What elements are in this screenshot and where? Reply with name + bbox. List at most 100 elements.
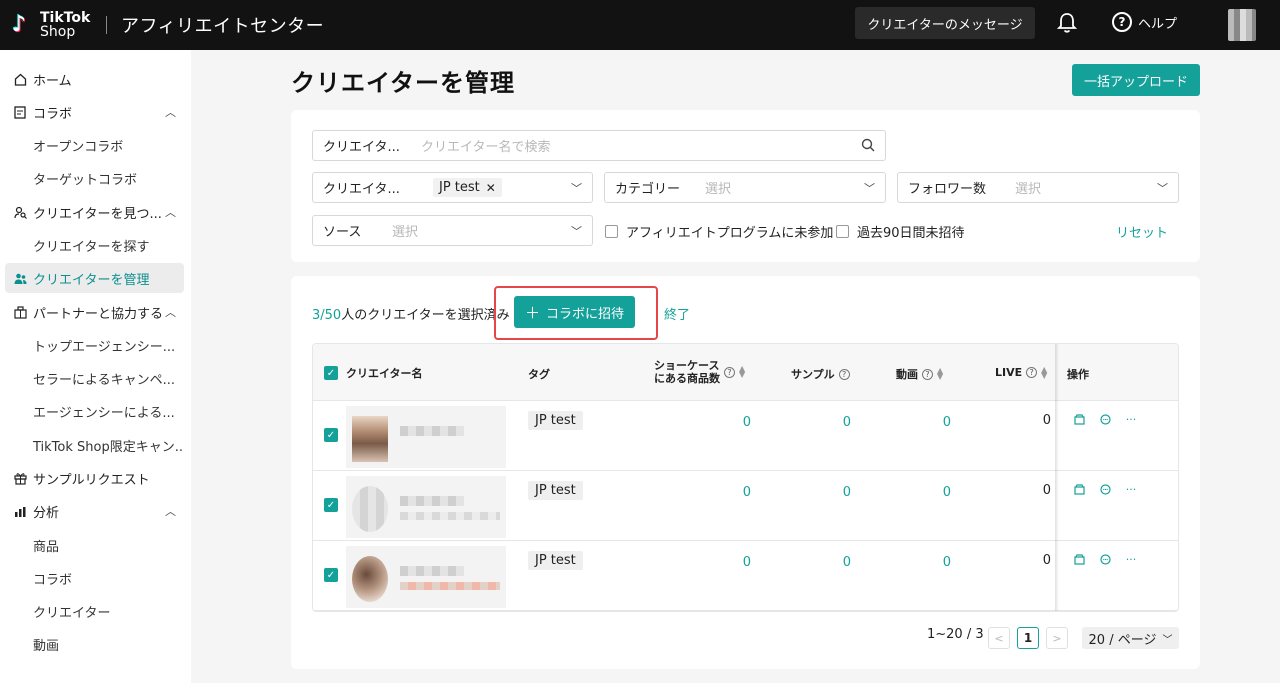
page-size-select[interactable]: 20 / ページ ﹀: [1082, 627, 1179, 649]
tiktok-shop-logo[interactable]: ♪ ♪ ♪ TikTok Shop: [11, 11, 96, 39]
not-invited-label: 過去90日間未招待: [857, 226, 965, 241]
checkbox[interactable]: [605, 225, 618, 238]
sidebar-item-open-collab[interactable]: オープンコラボ: [5, 130, 184, 160]
table-row[interactable]: ✓ JP test 0 0 0 0 ···: [313, 541, 1178, 611]
chevron-up-icon[interactable]: ︿: [165, 104, 176, 120]
sample-box-icon[interactable]: [1073, 553, 1085, 565]
sample-count[interactable]: 0: [813, 485, 851, 500]
sidebar-item-top-agency[interactable]: トップエージェンシー...: [5, 330, 184, 360]
sort-icon[interactable]: ▲ ▼: [1041, 365, 1047, 379]
select-all-checkbox[interactable]: ✓: [324, 366, 338, 380]
header-video[interactable]: 動画 ? ▲ ▼: [896, 366, 943, 382]
sidebar-item-sample-request[interactable]: サンプルリクエスト: [5, 463, 184, 493]
creator-search-field[interactable]: クリエイタ... クリエイター名で検索: [312, 130, 886, 161]
info-icon[interactable]: ?: [838, 368, 850, 380]
showcase-count[interactable]: 0: [713, 485, 751, 500]
question-icon: ?: [1112, 12, 1132, 32]
category-select[interactable]: カテゴリー 選択 ﹀: [604, 172, 886, 203]
sidebar-item-collab[interactable]: コラボ ︿: [5, 97, 184, 127]
chevron-down-icon[interactable]: ﹀: [864, 180, 875, 196]
sidebar-item-analytics[interactable]: 分析 ︿: [5, 496, 184, 526]
video-count[interactable]: 0: [913, 485, 951, 500]
sidebar-item-manage-creators[interactable]: クリエイターを管理: [5, 263, 184, 293]
showcase-count[interactable]: 0: [713, 415, 751, 430]
followers-select[interactable]: フォロワー数 選択 ﹀: [897, 172, 1179, 203]
more-icon[interactable]: ···: [1125, 483, 1137, 496]
header-showcase-line2: にある商品数: [654, 372, 720, 385]
chevron-up-icon[interactable]: ︿: [165, 503, 176, 519]
sample-count[interactable]: 0: [813, 555, 851, 570]
avatar[interactable]: [1228, 9, 1256, 41]
sidebar-item-search-creators[interactable]: クリエイターを探す: [5, 230, 184, 260]
close-icon[interactable]: ✕: [486, 181, 496, 195]
info-icon[interactable]: ?: [922, 368, 933, 380]
table-row[interactable]: ✓ JP test 0 0 0 0 ···: [313, 471, 1178, 541]
chevron-down-icon[interactable]: ﹀: [1157, 180, 1168, 196]
chevron-down-icon[interactable]: ﹀: [571, 223, 582, 239]
chevron-down-icon[interactable]: ﹀: [571, 180, 582, 196]
header-tag: タグ: [528, 368, 550, 381]
sample-box-icon[interactable]: [1073, 483, 1085, 495]
sidebar-item-seller-campaign[interactable]: セラーによるキャンペ...: [5, 363, 184, 393]
sort-icon[interactable]: ▲ ▼: [937, 367, 943, 381]
sample-count[interactable]: 0: [813, 415, 851, 430]
selection-count-number: 3/50: [312, 308, 342, 323]
creator-info-redacted[interactable]: [346, 406, 506, 468]
message-icon[interactable]: [1099, 553, 1111, 565]
sidebar-item-agency-campaign[interactable]: エージェンシーによる...: [5, 396, 184, 426]
not-in-program-checkbox[interactable]: アフィリエイトプログラムに未参加: [605, 222, 833, 241]
source-select[interactable]: ソース 選択 ﹀: [312, 215, 593, 246]
creator-search-input[interactable]: クリエイター名で検索: [421, 136, 550, 155]
help-button[interactable]: ? ヘルプ: [1112, 12, 1177, 32]
chevron-right-icon[interactable]: >: [1046, 627, 1068, 649]
video-count[interactable]: 0: [913, 555, 951, 570]
more-icon[interactable]: ···: [1125, 553, 1137, 566]
sidebar-item-find-creators[interactable]: クリエイターを見つ... ︿: [5, 197, 184, 227]
help-label: ヘルプ: [1138, 16, 1178, 32]
table-row[interactable]: ✓ JP test 0 0 0 0 ···: [313, 401, 1178, 471]
person-search-icon: [13, 205, 27, 219]
sort-icon[interactable]: ▲ ▼: [739, 365, 745, 379]
bell-icon[interactable]: [1056, 12, 1078, 34]
page-title: クリエイターを管理: [291, 69, 516, 97]
search-icon[interactable]: [861, 138, 875, 156]
sidebar-item-analytics-products[interactable]: 商品: [5, 530, 184, 560]
sidebar-item-analytics-videos[interactable]: 動画: [5, 629, 184, 659]
bulk-upload-button[interactable]: 一括アップロード: [1072, 64, 1200, 96]
live-count: 0: [1042, 483, 1051, 498]
info-icon[interactable]: ?: [1026, 367, 1038, 378]
creator-tag-select[interactable]: クリエイタ... JP test ✕ ﹀: [312, 172, 593, 203]
sidebar-label-collab: コラボ: [33, 106, 73, 122]
more-icon[interactable]: ···: [1125, 413, 1137, 426]
not-invited-checkbox[interactable]: 過去90日間未招待: [836, 222, 965, 241]
pagination-current-page[interactable]: 1: [1017, 627, 1039, 649]
header-live-label: LIVE: [995, 366, 1023, 379]
creator-messages-button[interactable]: クリエイターのメッセージ: [855, 7, 1035, 39]
sidebar-item-home[interactable]: ホーム: [5, 64, 184, 94]
sidebar-item-tiktok-shop-campaign[interactable]: TikTok Shop限定キャン...: [5, 430, 184, 460]
sidebar-item-analytics-collab[interactable]: コラボ: [5, 563, 184, 593]
sidebar-item-target-collab[interactable]: ターゲットコラボ: [5, 163, 184, 193]
chevron-up-icon[interactable]: ︿: [165, 304, 176, 320]
sample-box-icon[interactable]: [1073, 413, 1085, 425]
header-live[interactable]: LIVE ? ▲ ▼: [995, 365, 1047, 379]
video-count[interactable]: 0: [913, 415, 951, 430]
message-icon[interactable]: [1099, 413, 1111, 425]
sidebar-item-partner[interactable]: パートナーと協力する ︿: [5, 297, 184, 327]
row-checkbox[interactable]: ✓: [324, 568, 338, 582]
info-icon[interactable]: ?: [724, 366, 735, 378]
chevron-up-icon[interactable]: ︿: [165, 204, 176, 220]
message-icon[interactable]: [1099, 483, 1111, 495]
sidebar-item-analytics-creators[interactable]: クリエイター: [5, 596, 184, 626]
showcase-count[interactable]: 0: [713, 555, 751, 570]
row-checkbox[interactable]: ✓: [324, 428, 338, 442]
end-selection-link[interactable]: 終了: [664, 304, 690, 323]
chevron-left-icon[interactable]: <: [988, 627, 1010, 649]
row-checkbox[interactable]: ✓: [324, 498, 338, 512]
creator-info-redacted[interactable]: [346, 476, 506, 538]
header-showcase[interactable]: ショーケース にある商品数 ? ▲ ▼: [654, 359, 745, 385]
reset-link[interactable]: リセット: [1116, 222, 1168, 241]
creator-info-redacted[interactable]: [346, 546, 506, 608]
gift-icon: [13, 471, 27, 485]
checkbox[interactable]: [836, 225, 849, 238]
